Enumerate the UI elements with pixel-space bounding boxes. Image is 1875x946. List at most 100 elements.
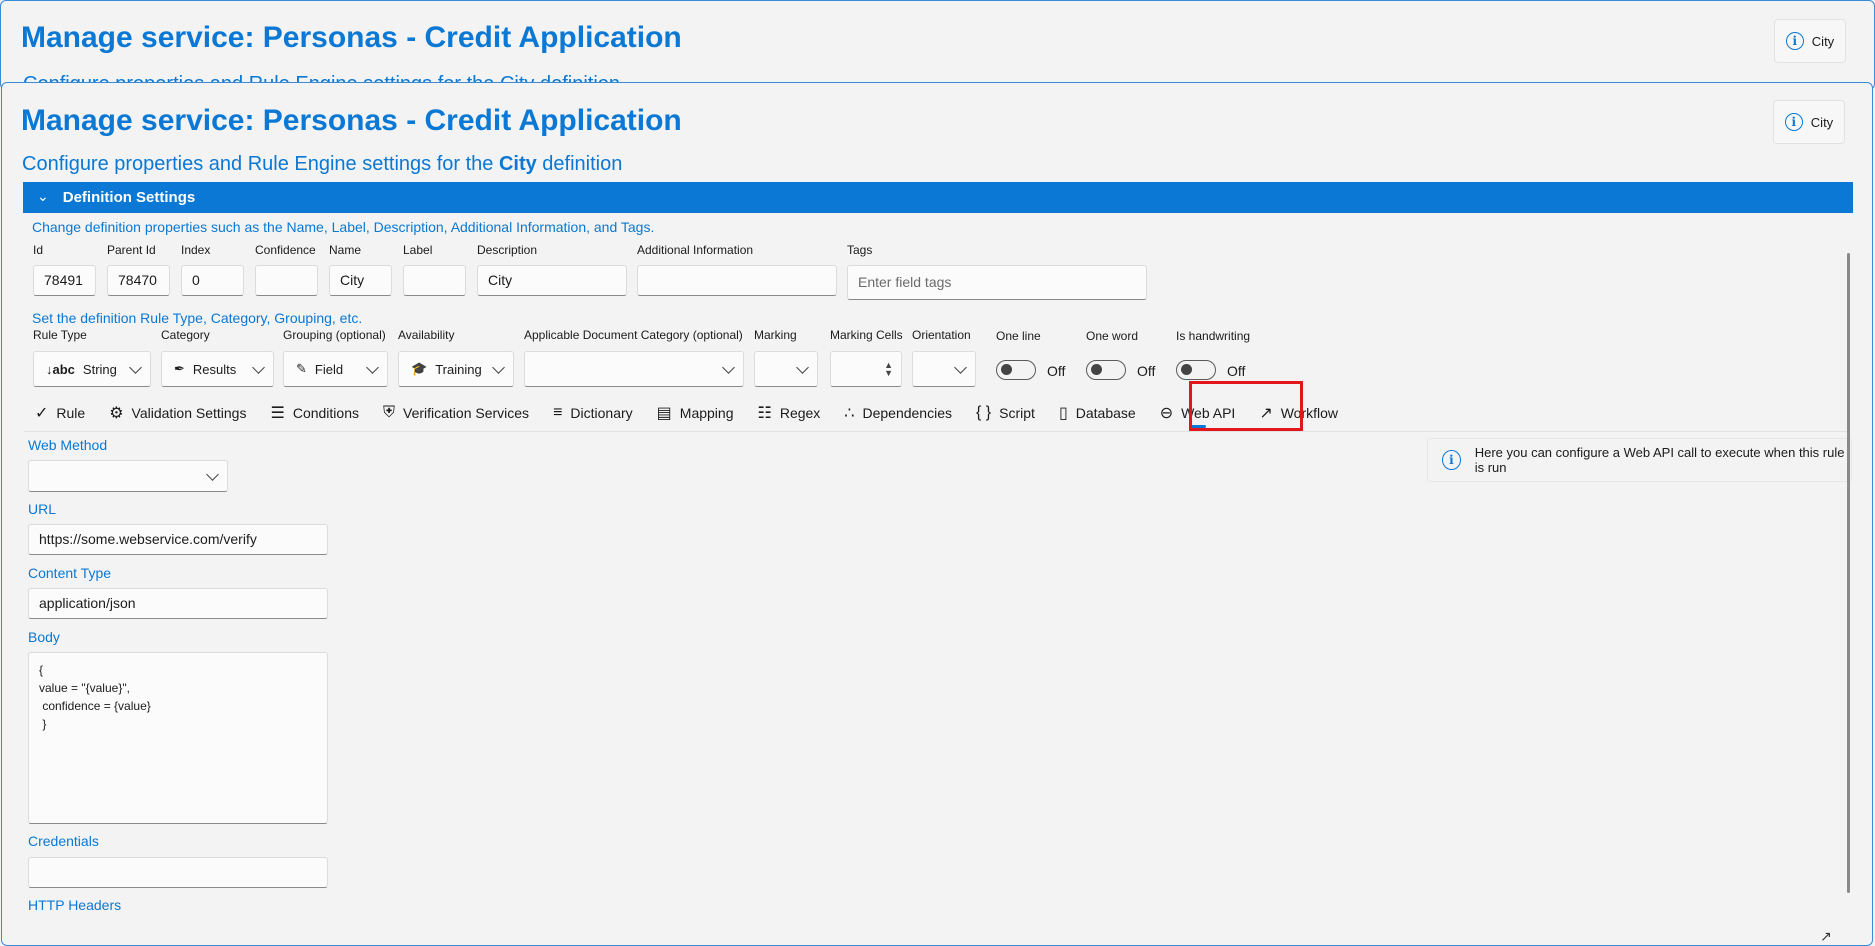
tab-conditions[interactable]: ☰ Conditions [258, 395, 371, 431]
description-field[interactable]: City [477, 265, 627, 296]
database-icon: ▯ [1058, 405, 1068, 422]
toggle-knob [1001, 364, 1012, 375]
braces-icon: { } [976, 404, 992, 421]
chevron-down-icon [796, 361, 809, 374]
check-icon: ✓ [35, 405, 49, 422]
tags-label: Tags [847, 243, 873, 257]
doc-category-select[interactable] [524, 351, 744, 387]
category-value: Results [192, 361, 237, 377]
id-label: Id [33, 243, 44, 257]
parent-id-field[interactable]: 78470 [107, 265, 170, 296]
web-method-select[interactable] [28, 460, 228, 492]
tab-label: Mapping [679, 405, 734, 421]
category-label: Category [161, 328, 210, 342]
one-word-toggle[interactable] [1086, 360, 1126, 380]
subtitle-prefix: Configure properties and Rule Engine set… [22, 153, 499, 175]
pencil-icon: ✎ [296, 361, 307, 376]
tab-validation-settings[interactable]: ⚙ Validation Settings [97, 395, 258, 431]
grouping-select[interactable]: ✎ Field [283, 351, 388, 387]
shield-icon: ⛨ [382, 404, 395, 421]
chevron-down-icon: ⌄ [37, 188, 49, 204]
tab-label: Conditions [292, 405, 359, 421]
chip-label: City [1810, 114, 1834, 130]
marking-select[interactable] [754, 351, 818, 387]
tab-database[interactable]: ▯ Database [1047, 395, 1148, 431]
tab-mapping[interactable]: ▤ Mapping [645, 395, 746, 431]
manage-service-window: Manage service: Personas - Credit Applic… [1, 82, 1873, 946]
body-textarea[interactable]: { value = "{value}", confidence = {value… [28, 652, 328, 824]
background-info-chip[interactable]: i City [1774, 19, 1846, 63]
toggle-knob [1181, 364, 1192, 375]
definition-settings-header[interactable]: ⌄ Definition Settings [23, 182, 1853, 213]
tab-label: Rule [56, 405, 86, 421]
expand-icon[interactable]: ↗ [1820, 928, 1832, 945]
label-field[interactable] [403, 265, 466, 296]
content-type-label: Content Type [28, 565, 112, 581]
content-type-field[interactable]: application/json [28, 588, 328, 619]
chevron-down-icon [252, 361, 265, 374]
one-line-label: One line [996, 329, 1041, 343]
background-window-title: Manage service: Personas - Credit Applic… [21, 21, 682, 54]
chevron-down-icon [492, 361, 505, 374]
dictionary-icon: ≡ [553, 404, 563, 421]
grouping-label: Grouping (optional) [283, 328, 386, 342]
index-label: Index [181, 243, 211, 257]
tab-regex[interactable]: ☷ Regex [745, 395, 832, 431]
spinner-icon[interactable]: ▲ ▼ [884, 361, 893, 378]
one-line-toggle[interactable] [996, 360, 1036, 380]
share-icon: ∴ [844, 405, 855, 422]
marking-cells-label: Marking Cells [830, 328, 903, 342]
credentials-label: Credentials [28, 833, 99, 849]
abc-icon: ↓abc [46, 361, 75, 377]
url-label: URL [28, 501, 57, 517]
info-icon: i [1784, 113, 1803, 131]
background-chip-label: City [1811, 33, 1835, 49]
id-field[interactable]: 78491 [33, 265, 96, 296]
tab-rule[interactable]: ✓ Rule [23, 395, 97, 431]
additional-info-field[interactable] [637, 265, 837, 296]
definition-info-chip[interactable]: i City [1773, 100, 1845, 144]
toggle-knob [1091, 364, 1102, 375]
marking-cells-stepper[interactable]: ▲ ▼ [830, 351, 902, 387]
subtitle-definition-name: City [498, 153, 537, 175]
tags-input[interactable]: Enter field tags [847, 265, 1147, 300]
index-field[interactable]: 0 [181, 265, 244, 296]
credentials-field[interactable] [28, 857, 328, 888]
regex-icon: ☷ [757, 405, 772, 422]
info-icon: i [1785, 32, 1804, 50]
url-field[interactable]: https://some.webservice.com/verify [28, 524, 328, 555]
rule-engine-tabs: ✓ Rule ⚙ Validation Settings ☰ Conditions ⛨… [23, 395, 1350, 431]
availability-select[interactable]: 🎓 Training [398, 351, 514, 387]
web-method-label: Web Method [28, 437, 108, 453]
one-word-state: Off [1137, 363, 1156, 379]
doc-category-label: Applicable Document Category (optional) [524, 328, 743, 342]
section-title: Definition Settings [62, 189, 196, 206]
tab-dictionary[interactable]: ≡ Dictionary [541, 395, 645, 431]
orientation-select[interactable] [912, 351, 976, 387]
chevron-down-icon [366, 361, 379, 374]
rule-type-select[interactable]: ↓abc String [33, 351, 151, 387]
tab-script[interactable]: { } Script [964, 395, 1047, 431]
one-word-label: One word [1086, 329, 1139, 343]
confidence-field[interactable] [255, 265, 318, 296]
one-line-state: Off [1047, 363, 1066, 379]
tab-label: Validation Settings [131, 405, 247, 421]
name-field[interactable]: City [329, 265, 392, 296]
chevron-down-icon [722, 361, 735, 374]
tab-dependencies[interactable]: ∴ Dependencies [832, 395, 964, 431]
additional-info-label: Additional Information [637, 243, 754, 257]
label-label: Label [403, 243, 433, 257]
parent-id-label: Parent Id [107, 243, 156, 257]
info-icon: i [1442, 450, 1461, 470]
body-label: Body [28, 629, 60, 645]
tab-verification-services[interactable]: ⛨ Verification Services [371, 395, 541, 431]
category-select[interactable]: ✒ Results [161, 351, 274, 387]
tab-label: Dictionary [570, 405, 633, 421]
vertical-scrollbar[interactable] [1847, 253, 1850, 893]
is-handwriting-toggle[interactable] [1176, 360, 1216, 380]
tab-label: Verification Services [403, 405, 530, 421]
is-handwriting-state: Off [1227, 363, 1246, 379]
grouping-value: Field [314, 361, 344, 377]
description-label: Description [477, 243, 538, 257]
tip-text: Here you can configure a Web API call to… [1474, 445, 1845, 475]
